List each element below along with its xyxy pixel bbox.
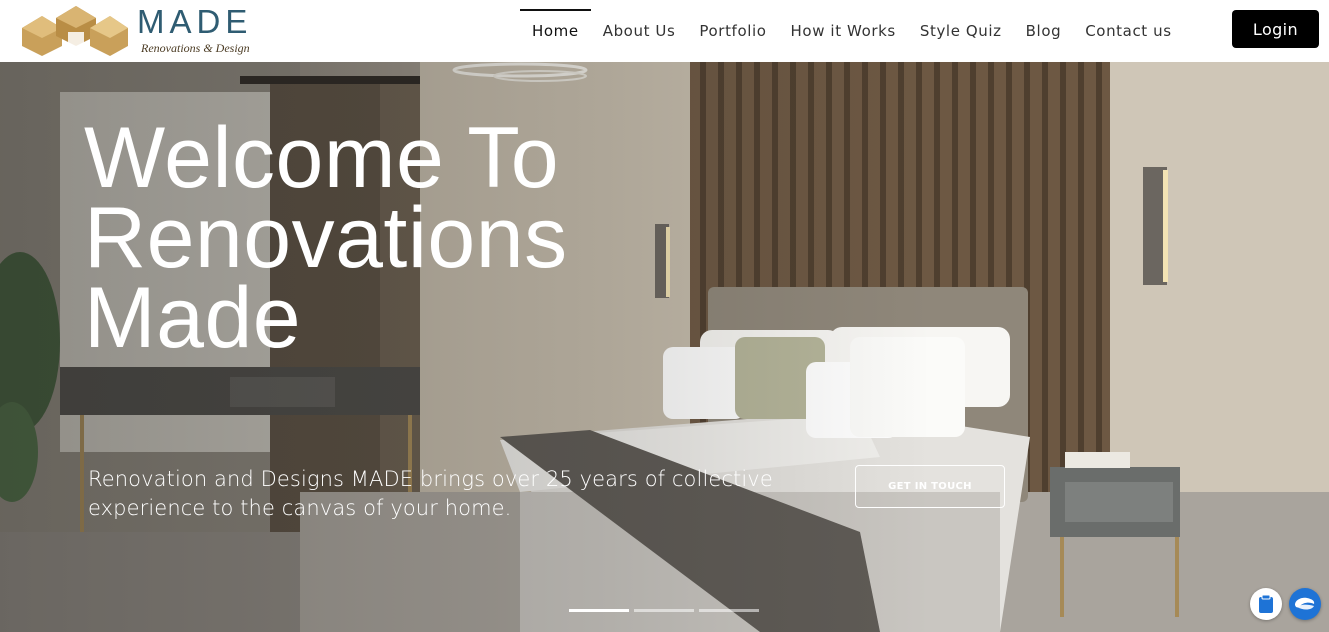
nav-item-blog[interactable]: Blog: [1014, 0, 1074, 62]
brand-logo[interactable]: MADE Renovations & Design: [20, 2, 270, 58]
hero-title: Welcome To Renovations Made: [84, 110, 704, 366]
slider-pagination: [569, 609, 759, 612]
brand-name: MADE: [137, 3, 253, 40]
nav-item-home[interactable]: Home: [520, 0, 591, 62]
chat-button[interactable]: [1289, 588, 1321, 620]
main-nav: Home About Us Portfolio How it Works Sty…: [520, 0, 1184, 62]
clipboard-icon: [1259, 594, 1273, 613]
clipboard-button[interactable]: [1250, 588, 1282, 620]
login-button[interactable]: Login: [1232, 10, 1319, 48]
nav-item-about-us[interactable]: About Us: [591, 0, 688, 62]
site-header: MADE Renovations & Design Home About Us …: [0, 0, 1329, 62]
slider-dot[interactable]: [699, 609, 759, 612]
logo-mark-icon: [22, 6, 128, 56]
hero-title-line: Renovations: [84, 190, 568, 286]
nav-item-portfolio[interactable]: Portfolio: [687, 0, 778, 62]
hero-title-line: Welcome To: [84, 110, 560, 206]
nav-item-style-quiz[interactable]: Style Quiz: [908, 0, 1014, 62]
nav-item-how-it-works[interactable]: How it Works: [779, 0, 908, 62]
slider-dot[interactable]: [569, 609, 629, 612]
nav-item-contact-us[interactable]: Contact us: [1073, 0, 1183, 62]
hero-title-line: Made: [84, 270, 302, 366]
hero-banner: Welcome To Renovations Made Renovation a…: [0, 62, 1329, 632]
brand-tagline: Renovations & Design: [141, 41, 250, 55]
chat-icon: [1295, 597, 1315, 610]
get-in-touch-button[interactable]: GET IN TOUCH: [855, 465, 1005, 508]
hero-subtitle: Renovation and Designs MADE brings over …: [88, 467, 773, 520]
slider-dot[interactable]: [634, 609, 694, 612]
